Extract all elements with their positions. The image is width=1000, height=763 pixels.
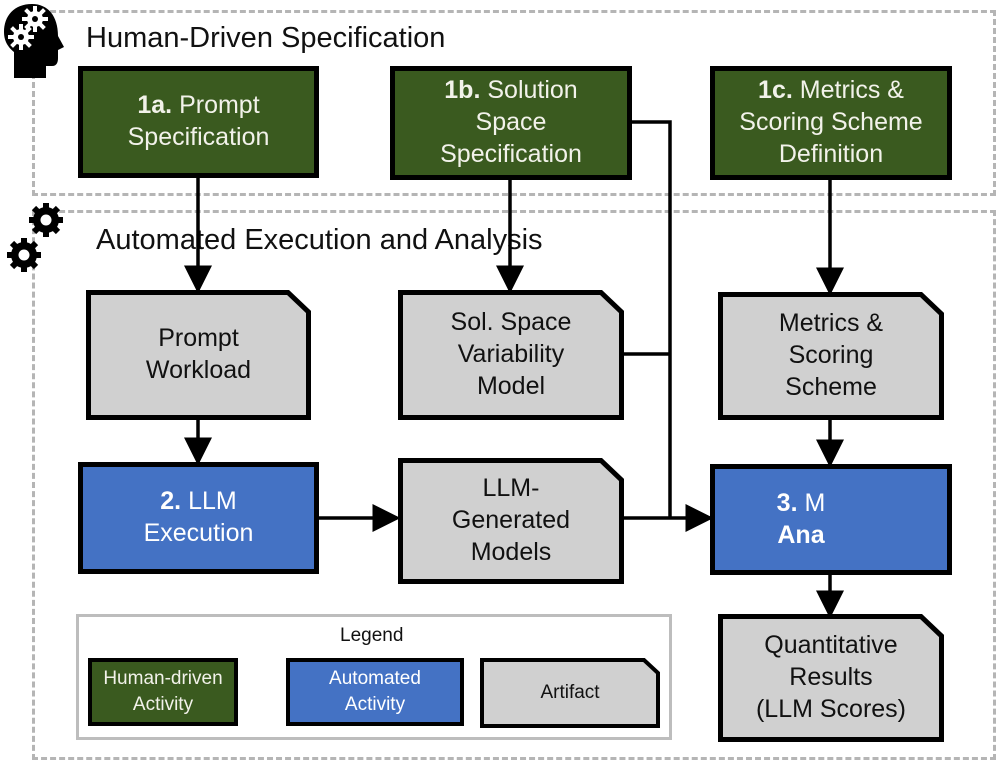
artifact-quantitative-results: Quantitative Results (LLM Scores) (718, 614, 944, 742)
head-gears-icon (4, 4, 64, 78)
node-label-line: Scoring (788, 341, 874, 370)
node-label-line: Prompt (179, 91, 260, 120)
node-label-line: Variability (457, 340, 565, 369)
activity-number: 1c. (758, 76, 793, 105)
activity-2-llm-execution: 2. LLM Execution (78, 462, 319, 574)
node-label-line: Prompt (158, 324, 239, 353)
node-label-line: Quantitative (764, 631, 898, 660)
human-driven-region-title: Human-Driven Specification (86, 22, 446, 54)
node-label-line: Sol. Space (450, 308, 572, 337)
node-label-line: Specification (127, 123, 270, 151)
legend-item-label: Artifact (540, 681, 600, 703)
gears-icon (7, 203, 63, 272)
node-label-line: Models (470, 537, 552, 566)
activity-1a-prompt-specification: 1a. Prompt Specification (78, 66, 319, 178)
artifact-sol-space-variability-model: Sol. Space Variability Model (398, 290, 624, 420)
node-label-line: LLM (188, 487, 237, 516)
node-label-line: Specification (440, 139, 582, 168)
node-label-line: M (804, 488, 826, 517)
node-label-line: (LLM Scores) (755, 694, 907, 723)
artifact-llm-generated-models: LLM- Generated Models (398, 458, 624, 584)
legend-item-label: Human-driven (103, 668, 223, 690)
diagram: Human-Driven Specification Automated Exe… (0, 0, 1000, 763)
activity-1b-solution-space-specification: 1b. Solution Space Specification (390, 66, 632, 180)
node-label-line: Generated (451, 506, 571, 535)
node-label-line: LLM- (482, 474, 540, 503)
node-label-line: Model (476, 371, 546, 400)
artifact-prompt-workload: Prompt Workload (86, 290, 311, 420)
legend-item-label: Activity (132, 694, 194, 715)
node-label-line: Metrics & (778, 309, 884, 338)
activity-number: 1a. (137, 91, 173, 120)
legend-item-automated-activity: Automated Activity (286, 658, 464, 726)
node-label-line: Space (475, 108, 547, 137)
node-label-line: Ana (777, 520, 825, 549)
legend-item-label: Automated (329, 668, 421, 690)
node-label-line: Definition (778, 139, 884, 168)
node-label-line: Scheme (785, 372, 877, 401)
node-label-line: Scoring Scheme (739, 108, 923, 137)
activity-number: 2. (160, 487, 182, 516)
activity-number: 1b. (444, 76, 481, 105)
node-label-line: Metrics & (799, 76, 904, 105)
node-label-line: Solution (487, 76, 578, 105)
legend-item-human-driven-activity: Human-driven Activity (88, 658, 238, 726)
node-label-line: Execution (143, 519, 254, 547)
node-label-line: Results (789, 663, 873, 692)
legend-item-artifact: Artifact (480, 658, 660, 728)
automated-region-title: Automated Execution and Analysis (96, 224, 543, 256)
artifact-metrics-scoring-scheme: Metrics & Scoring Scheme (718, 292, 944, 420)
activity-number: 3. (776, 488, 798, 517)
node-label-line: Workload (145, 356, 252, 384)
activity-3-analysis: 3. M Ana (710, 464, 952, 575)
legend-item-label: Activity (344, 694, 406, 715)
activity-1c-metrics-scoring-definition: 1c. Metrics & Scoring Scheme Definition (710, 66, 952, 180)
legend-title: Legend (340, 625, 404, 646)
